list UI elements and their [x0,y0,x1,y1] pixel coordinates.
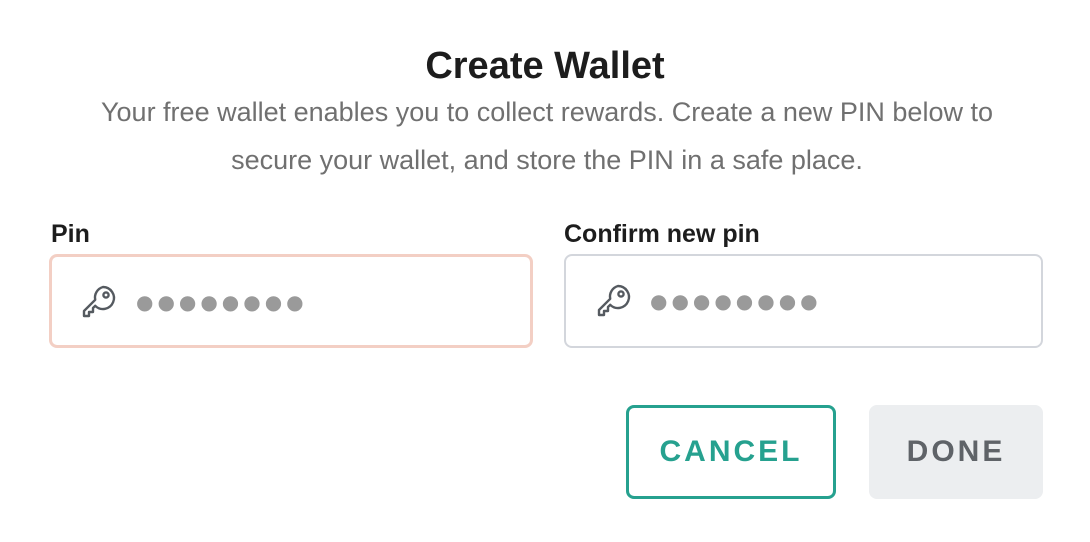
pin-input[interactable] [136,277,496,327]
done-button[interactable]: DONE [869,405,1043,499]
pin-label: Pin [51,220,90,248]
pin-field[interactable] [49,254,533,348]
key-icon [82,285,116,318]
key-icon [597,284,631,317]
confirm-pin-label: Confirm new pin [564,220,760,248]
confirm-pin-input[interactable] [650,276,1010,326]
confirm-pin-field[interactable] [564,254,1043,348]
dialog-title: Create Wallet [425,45,665,87]
dialog-description: Your free wallet enables you to collect … [101,97,993,175]
cancel-button[interactable]: CANCEL [626,405,836,499]
create-wallet-dialog: Create Wallet Your free wallet enables y… [0,0,1090,542]
